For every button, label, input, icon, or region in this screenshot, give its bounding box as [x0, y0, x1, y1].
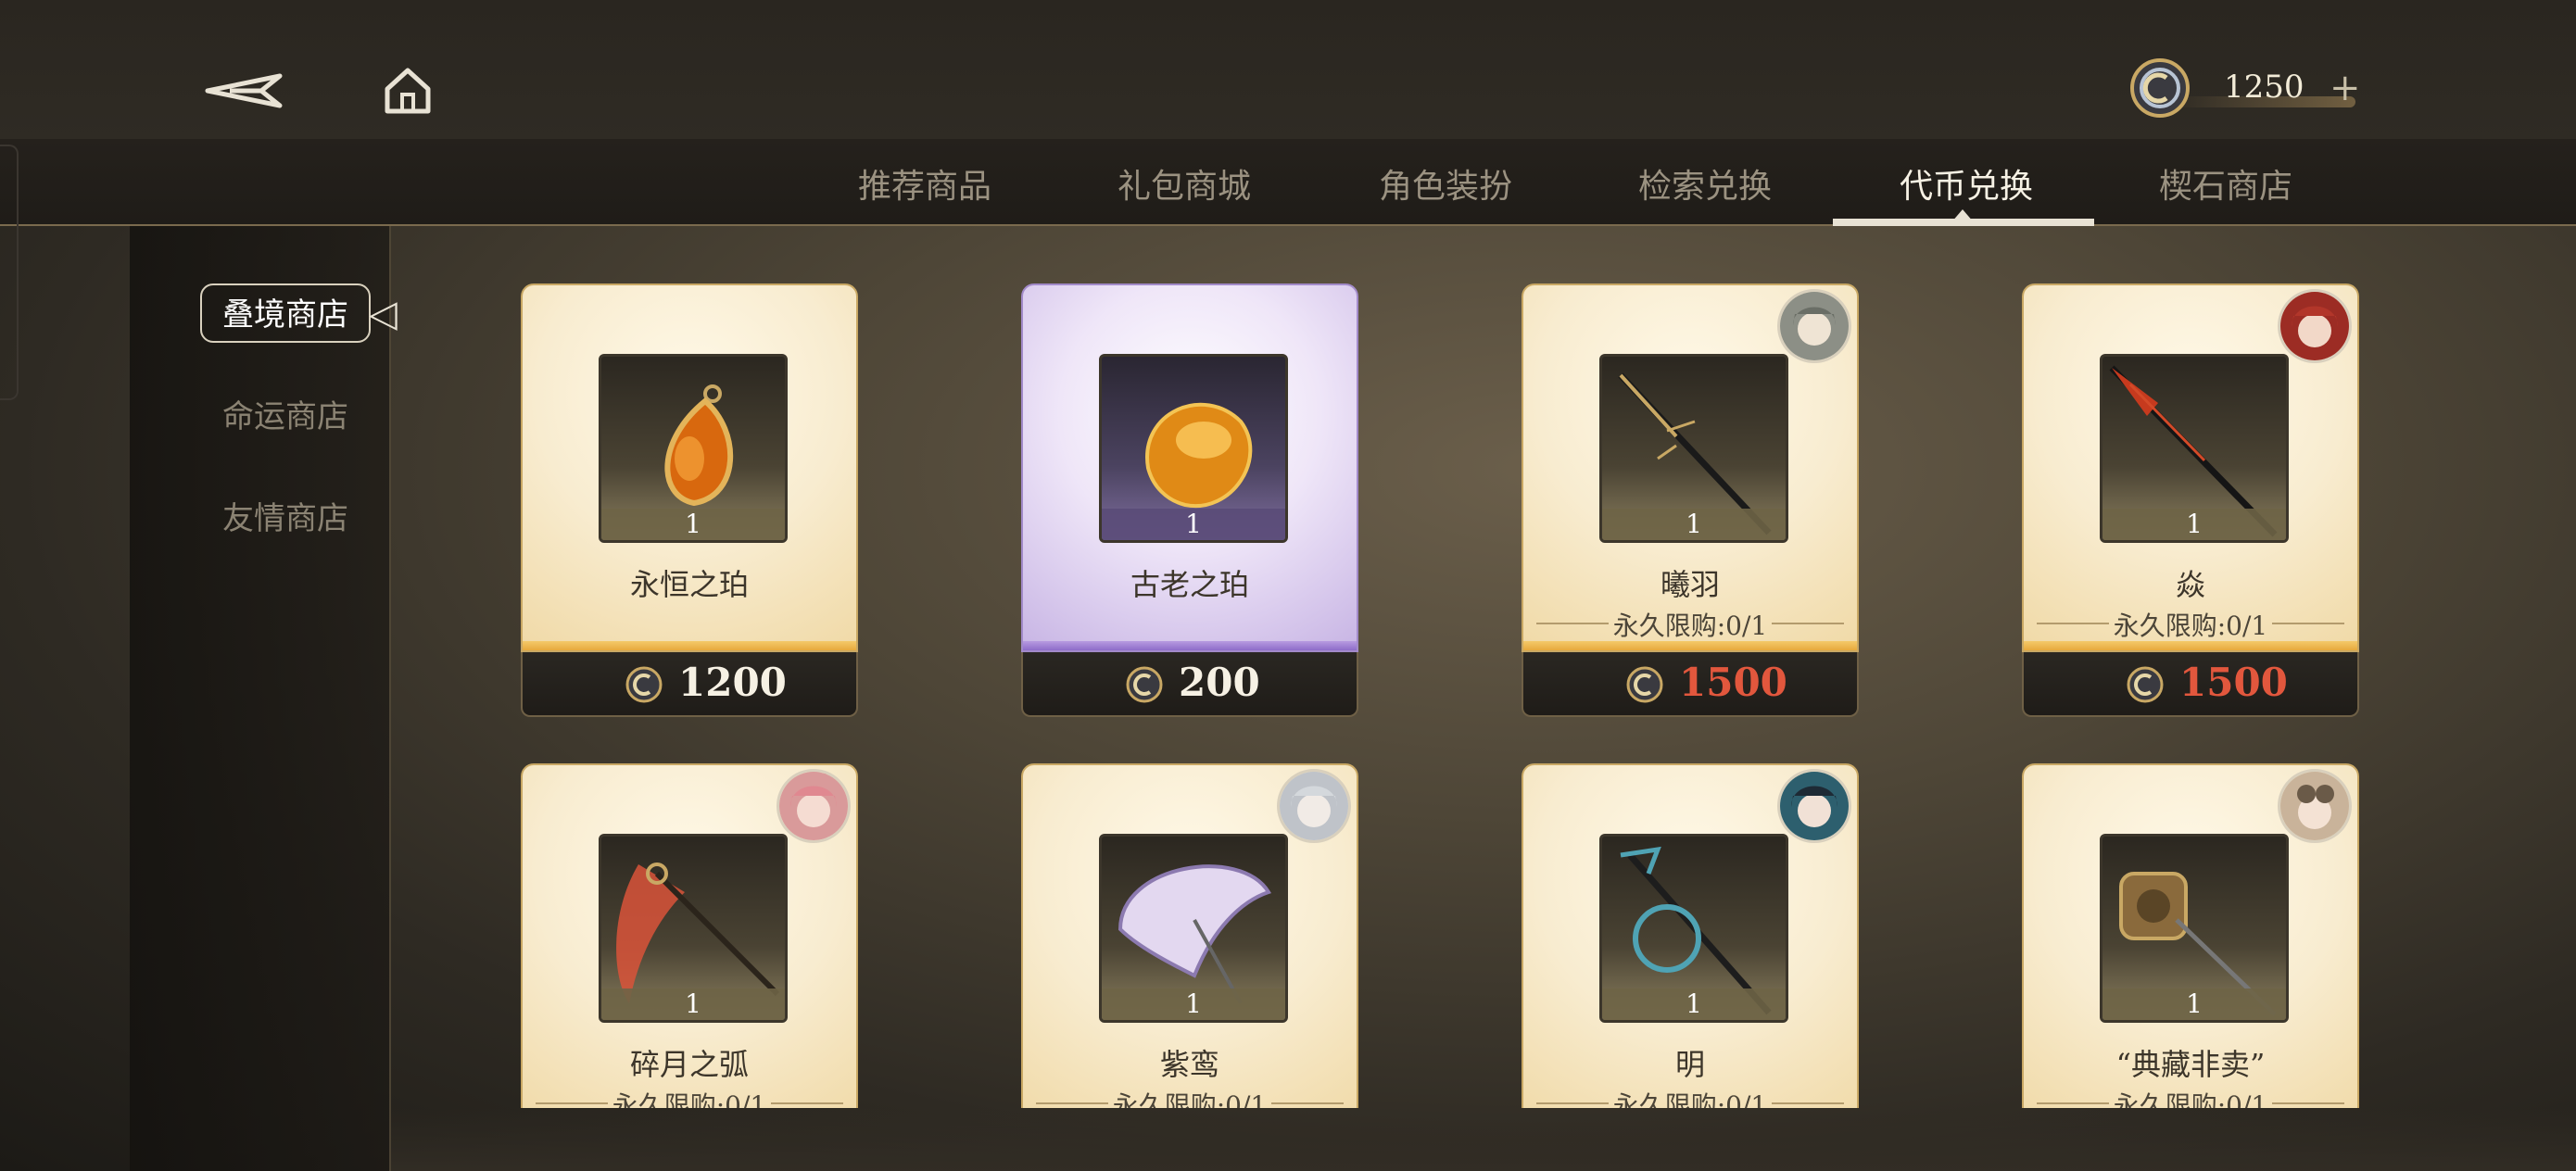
- item-quantity: 1: [1602, 988, 1786, 1020]
- item-quantity: 1: [601, 988, 785, 1020]
- price-bar: 1200: [521, 652, 858, 717]
- chevron-left-icon: ◁: [369, 293, 398, 335]
- character-avatar: [2278, 769, 2352, 843]
- purchase-limit: 永久限购:0/1: [1523, 1086, 1857, 1108]
- tab-wedge-stone-shop[interactable]: 楔石商店: [2159, 159, 2292, 208]
- item-image-frame: 1: [1099, 354, 1288, 543]
- top-bar: 1250 +: [0, 0, 2576, 139]
- character-avatar: [777, 769, 851, 843]
- item-image-frame: 1: [1599, 354, 1788, 543]
- active-tab-caret-icon: [1951, 209, 1974, 222]
- product-card-body: 1 曦羽 永久限购:0/1: [1522, 283, 1859, 652]
- tab-recommended[interactable]: 推荐商品: [858, 159, 991, 208]
- item-quantity: 1: [1102, 509, 1285, 540]
- item-image-frame: 1: [2100, 834, 2289, 1023]
- item-image-frame: 1: [599, 834, 788, 1023]
- item-image-frame: 1: [599, 354, 788, 543]
- sidebar-item-friendship-shop[interactable]: 友情商店: [200, 489, 371, 548]
- purchase-limit: 永久限购:0/1: [1023, 1086, 1357, 1108]
- product-card-body: 1 碎月之弧 永久限购:0/1: [521, 763, 858, 1108]
- coin-icon: [1126, 666, 1163, 703]
- item-name: 永恒之珀: [629, 567, 749, 602]
- item-name: 曦羽: [1660, 567, 1720, 602]
- product-card-body: 1 古老之珀: [1021, 283, 1358, 652]
- item-name: 紫鸾: [1159, 1047, 1219, 1082]
- bottom-fade: [391, 1108, 2576, 1171]
- tab-character-outfits[interactable]: 角色装扮: [1379, 159, 1512, 208]
- item-image-frame: 1: [2100, 354, 2289, 543]
- tab-search-exchange[interactable]: 检索兑换: [1638, 159, 1772, 208]
- product-grid-row-2: 1 碎月之弧 永久限购:0/1 1 紫鸾 永久限购:0/1 1 明 永久限购:0…: [0, 763, 2576, 1108]
- coin-icon: [1626, 666, 1663, 703]
- product-card-body: 1 明 永久限购:0/1: [1522, 763, 1859, 1108]
- back-arrow-icon[interactable]: [202, 63, 285, 119]
- product-card-body: 1 “典藏非卖” 永久限购:0/1: [2022, 763, 2359, 1108]
- coin-icon: [2128, 56, 2192, 120]
- price-bar: 1500: [2022, 652, 2359, 717]
- sidebar-item-overlap-shop[interactable]: 叠境商店: [200, 283, 371, 343]
- character-avatar: [1277, 769, 1351, 843]
- item-name: 焱: [2175, 567, 2205, 602]
- tab-gift-packs[interactable]: 礼包商城: [1118, 159, 1251, 208]
- item-price: 1200: [678, 660, 787, 705]
- product-card-body: 1 紫鸾 永久限购:0/1: [1021, 763, 1358, 1108]
- item-quantity: 1: [2102, 988, 2286, 1020]
- character-avatar: [1777, 769, 1851, 843]
- purchase-limit: 永久限购:0/1: [2024, 1086, 2357, 1108]
- sidebar-item-fate-shop[interactable]: 命运商店: [200, 387, 371, 447]
- item-image-frame: 1: [1599, 834, 1788, 1023]
- purchase-limit: 永久限购:0/1: [1523, 606, 1857, 643]
- tab-token-exchange[interactable]: 代币兑换: [1900, 159, 2033, 208]
- currency-display: 1250 +: [2128, 56, 2378, 120]
- item-name: 碎月之弧: [629, 1047, 749, 1082]
- item-quantity: 1: [1602, 509, 1786, 540]
- product-card-body: 1 永恒之珀: [521, 283, 858, 652]
- item-name: “典藏非卖”: [2115, 1047, 2266, 1082]
- item-name: 古老之珀: [1130, 567, 1249, 602]
- character-avatar: [2278, 289, 2352, 363]
- coin-icon: [625, 666, 663, 703]
- item-image-frame: 1: [1099, 834, 1288, 1023]
- purchase-limit: 永久限购:0/1: [2024, 606, 2357, 643]
- item-name: 明: [1674, 1047, 1705, 1082]
- character-avatar: [1777, 289, 1851, 363]
- add-currency-button[interactable]: +: [2330, 67, 2361, 109]
- price-bar: 1500: [1522, 652, 1859, 717]
- item-quantity: 1: [1102, 988, 1285, 1020]
- purchase-limit: 永久限购:0/1: [523, 1086, 856, 1108]
- home-icon[interactable]: [382, 65, 434, 117]
- coin-icon: [2127, 666, 2164, 703]
- edge-handle[interactable]: [0, 145, 19, 400]
- product-card-body: 1 焱 永久限购:0/1: [2022, 283, 2359, 652]
- item-price: 200: [1179, 660, 1260, 705]
- item-price: 1500: [2179, 660, 2288, 705]
- item-quantity: 1: [2102, 509, 2286, 540]
- price-bar: 200: [1021, 652, 1358, 717]
- tab-bar: 推荐商品 礼包商城 角色装扮 检索兑换 代币兑换 楔石商店: [0, 139, 2576, 226]
- item-quantity: 1: [601, 509, 785, 540]
- item-price: 1500: [1679, 660, 1787, 705]
- currency-amount: 1250: [2224, 69, 2305, 106]
